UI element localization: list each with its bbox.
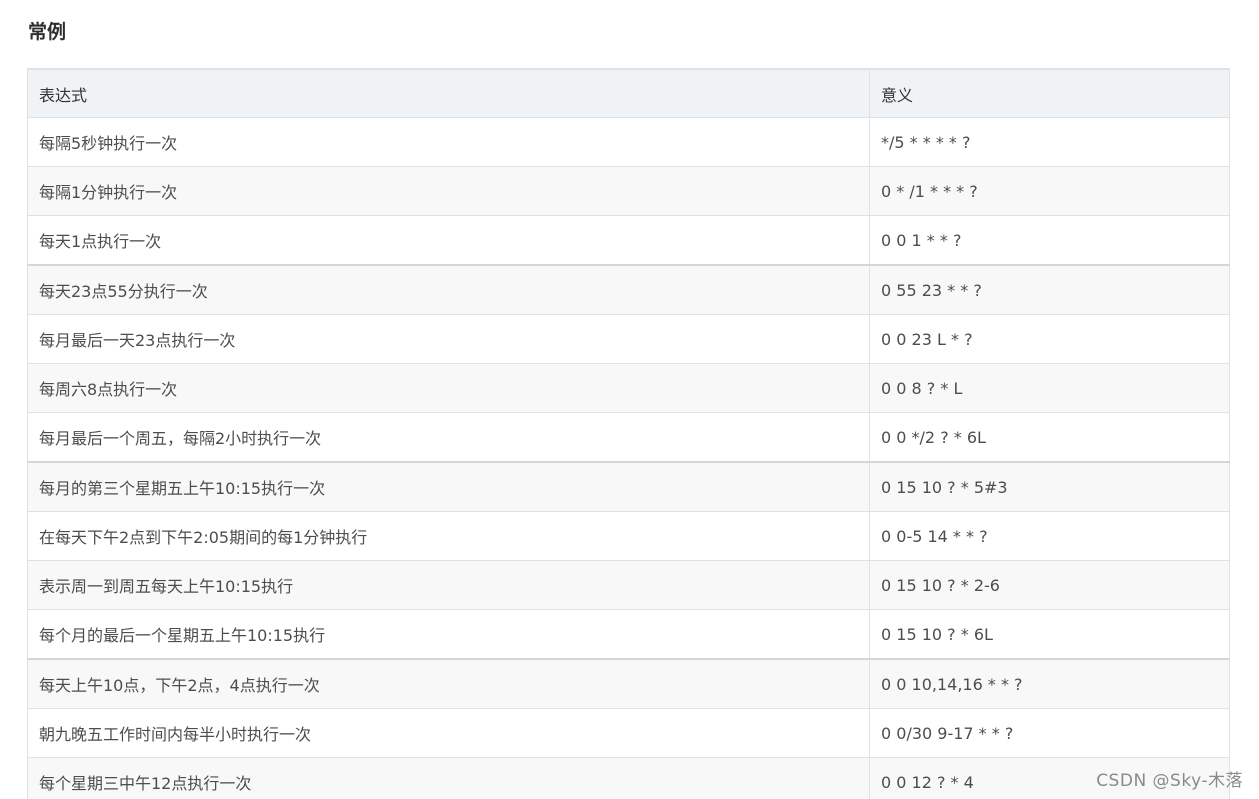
table-cell-cron: 0 0 10,14,16 * * ? bbox=[869, 658, 1230, 709]
table-row: 在每天下午2点到下午2:05期间的每1分钟执行 0 0-5 14 * * ? bbox=[27, 511, 1230, 561]
cron-examples-table: 表达式 意义 每隔5秒钟执行一次 */5 * * * * ? 每隔1分钟执行一次… bbox=[27, 68, 1230, 799]
table-cell-cron: 0 55 23 * * ? bbox=[869, 264, 1230, 315]
table-cell-description: 每月最后一个周五，每隔2小时执行一次 bbox=[27, 412, 870, 463]
table-row: 每个星期三中午12点执行一次 0 0 12 ? * 4 bbox=[27, 757, 1230, 799]
table-row: 每隔5秒钟执行一次 */5 * * * * ? bbox=[27, 117, 1230, 167]
table-row: 朝九晚五工作时间内每半小时执行一次 0 0/30 9-17 * * ? bbox=[27, 708, 1230, 758]
table-row: 每天上午10点，下午2点，4点执行一次 0 0 10,14,16 * * ? bbox=[27, 658, 1230, 709]
table-cell-description: 每周六8点执行一次 bbox=[27, 363, 870, 413]
table-cell-cron: 0 15 10 ? * 6L bbox=[869, 609, 1230, 660]
table-cell-cron: 0 15 10 ? * 5#3 bbox=[869, 461, 1230, 512]
table-cell-cron: */5 * * * * ? bbox=[869, 117, 1230, 167]
table-cell-description: 每隔5秒钟执行一次 bbox=[27, 117, 870, 167]
table-header-row: 表达式 意义 bbox=[27, 68, 1230, 118]
section-title: 常例 bbox=[28, 21, 67, 43]
table-row: 每月最后一天23点执行一次 0 0 23 L * ? bbox=[27, 314, 1230, 364]
table-row: 每天23点55分执行一次 0 55 23 * * ? bbox=[27, 264, 1230, 315]
csdn-watermark: CSDN @Sky-木落 bbox=[1096, 771, 1243, 791]
table-cell-cron: 0 15 10 ? * 2-6 bbox=[869, 560, 1230, 610]
table-row: 每隔1分钟执行一次 0 * /1 * * * ? bbox=[27, 166, 1230, 216]
table-cell-description: 每天23点55分执行一次 bbox=[27, 264, 870, 315]
table-cell-cron: 0 0/30 9-17 * * ? bbox=[869, 708, 1230, 758]
table-row: 每周六8点执行一次 0 0 8 ? * L bbox=[27, 363, 1230, 413]
table-cell-description: 每天1点执行一次 bbox=[27, 215, 870, 266]
table-cell-cron: 0 0-5 14 * * ? bbox=[869, 511, 1230, 561]
table-cell-description: 每天上午10点，下午2点，4点执行一次 bbox=[27, 658, 870, 709]
table-cell-description: 每隔1分钟执行一次 bbox=[27, 166, 870, 216]
table-cell-cron: 0 0 8 ? * L bbox=[869, 363, 1230, 413]
table-row: 每月最后一个周五，每隔2小时执行一次 0 0 */2 ? * 6L bbox=[27, 412, 1230, 463]
table-cell-cron: 0 0 */2 ? * 6L bbox=[869, 412, 1230, 463]
table-row: 每天1点执行一次 0 0 1 * * ? bbox=[27, 215, 1230, 266]
table-row: 表示周一到周五每天上午10:15执行 0 15 10 ? * 2-6 bbox=[27, 560, 1230, 610]
table-cell-cron: 0 * /1 * * * ? bbox=[869, 166, 1230, 216]
table-cell-description: 朝九晚五工作时间内每半小时执行一次 bbox=[27, 708, 870, 758]
column-header-expression: 表达式 bbox=[27, 68, 870, 118]
table-row: 每个月的最后一个星期五上午10:15执行 0 15 10 ? * 6L bbox=[27, 609, 1230, 660]
table-cell-description: 每个月的最后一个星期五上午10:15执行 bbox=[27, 609, 870, 660]
table-cell-description: 每个星期三中午12点执行一次 bbox=[27, 757, 870, 799]
table-cell-description: 每月最后一天23点执行一次 bbox=[27, 314, 870, 364]
table-cell-description: 表示周一到周五每天上午10:15执行 bbox=[27, 560, 870, 610]
table-cell-cron: 0 0 23 L * ? bbox=[869, 314, 1230, 364]
table-row: 每月的第三个星期五上午10:15执行一次 0 15 10 ? * 5#3 bbox=[27, 461, 1230, 512]
page: 常例 表达式 意义 每隔5秒钟执行一次 */5 * * * * ? 每隔1分钟执… bbox=[0, 0, 1259, 799]
table-cell-description: 每月的第三个星期五上午10:15执行一次 bbox=[27, 461, 870, 512]
column-header-meaning: 意义 bbox=[869, 68, 1230, 118]
table-cell-cron: 0 0 1 * * ? bbox=[869, 215, 1230, 266]
table-cell-description: 在每天下午2点到下午2:05期间的每1分钟执行 bbox=[27, 511, 870, 561]
